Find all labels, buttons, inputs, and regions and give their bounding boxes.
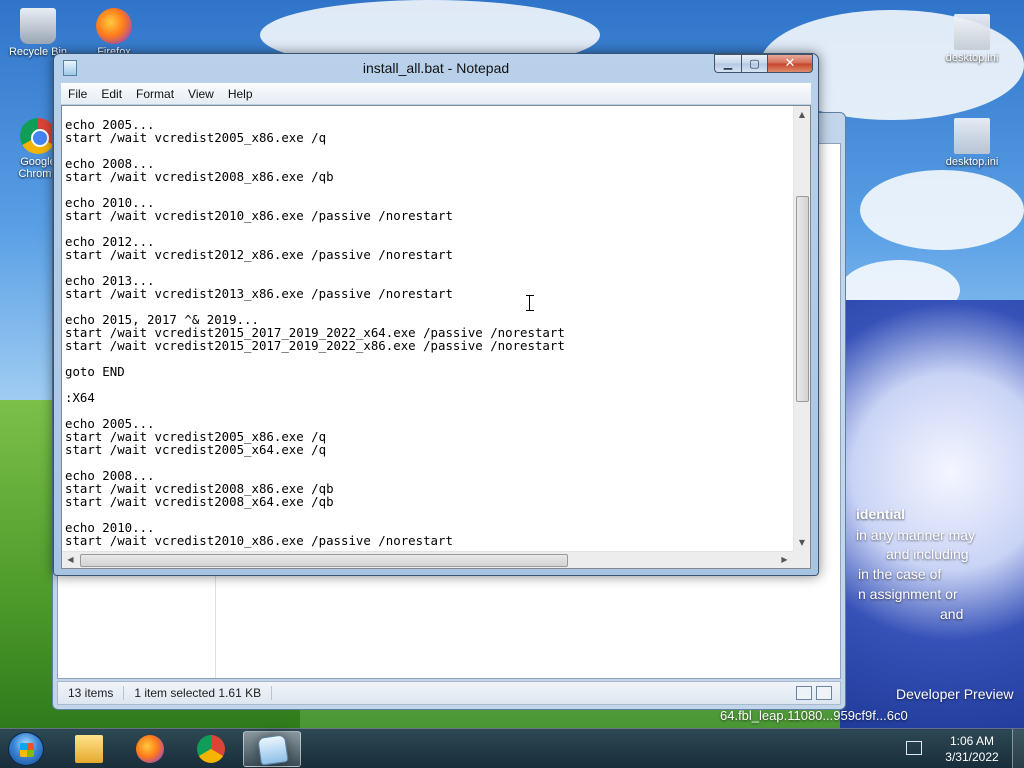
taskbar-notepad-button[interactable] bbox=[243, 731, 301, 767]
overlay-line: in any manner may bbox=[856, 527, 976, 543]
chrome-icon bbox=[20, 118, 56, 154]
desktop-icon-recycle-bin[interactable]: Recycle Bin bbox=[0, 8, 76, 58]
overlay-line: and including bbox=[886, 546, 969, 562]
item-count: 13 items bbox=[58, 686, 125, 700]
taskbar-explorer-button[interactable] bbox=[60, 731, 118, 767]
notepad-icon bbox=[257, 734, 289, 766]
show-desktop-button[interactable] bbox=[1012, 729, 1024, 768]
minimize-button[interactable]: ▁ bbox=[714, 54, 741, 73]
menu-help[interactable]: Help bbox=[221, 87, 260, 101]
ini-file-icon bbox=[954, 14, 990, 50]
selection-info: 1 item selected 1.61 KB bbox=[124, 686, 273, 700]
editor-line: start /wait vcredist2005_x64.exe /q bbox=[65, 442, 327, 457]
menu-file[interactable]: File bbox=[61, 87, 94, 101]
view-toggle bbox=[796, 686, 840, 700]
chrome-icon bbox=[197, 735, 225, 763]
recycle-bin-icon bbox=[20, 8, 56, 44]
overlay-line: idential bbox=[856, 506, 906, 522]
title-bar[interactable]: install_all.bat - Notepad ▁ ▢ ✕ bbox=[54, 54, 818, 82]
editor-line: start /wait vcredist2012_x86.exe /passiv… bbox=[65, 247, 453, 262]
editor-line: start /wait vcredist2005_x86.exe /q bbox=[65, 130, 327, 145]
network-icon[interactable] bbox=[906, 741, 922, 755]
clock-date: 3/31/2022 bbox=[945, 750, 999, 764]
preview-view-icon[interactable] bbox=[816, 686, 832, 700]
taskbar-firefox-button[interactable] bbox=[121, 731, 179, 767]
menu-bar: File Edit Format View Help bbox=[61, 83, 811, 104]
window-title: install_all.bat - Notepad bbox=[362, 60, 510, 76]
folder-icon bbox=[75, 735, 103, 763]
wallpaper-cloud bbox=[860, 170, 1024, 250]
text-editor[interactable]: echo 2005... start /wait vcredist2005_x86… bbox=[61, 105, 811, 569]
editor-text[interactable]: echo 2005... start /wait vcredist2005_x86… bbox=[62, 106, 793, 551]
scroll-up-arrow-icon[interactable]: ▲ bbox=[794, 106, 810, 123]
explorer-status-bar: 13 items 1 item selected 1.61 KB bbox=[57, 681, 841, 705]
scrollbar-corner bbox=[793, 551, 810, 568]
caption-buttons: ▁ ▢ ✕ bbox=[714, 54, 813, 73]
horizontal-scroll-thumb[interactable] bbox=[80, 554, 568, 567]
overlay-line: in the case of bbox=[858, 566, 942, 582]
horizontal-scrollbar[interactable]: ◀ ▶ bbox=[62, 551, 793, 568]
editor-line: start /wait vcredist2008_x86.exe /qb bbox=[65, 169, 334, 184]
vertical-scrollbar[interactable]: ▲ ▼ bbox=[793, 106, 810, 551]
menu-edit[interactable]: Edit bbox=[94, 87, 129, 101]
editor-line: :X64 bbox=[65, 390, 95, 405]
text-cursor-icon bbox=[526, 295, 537, 311]
menu-view[interactable]: View bbox=[181, 87, 221, 101]
editor-line: start /wait vcredist2015_2017_2019_2022_… bbox=[65, 338, 565, 353]
ini-file-icon bbox=[954, 118, 990, 154]
overlay-line: and bbox=[940, 606, 964, 622]
desktop-icon-firefox[interactable]: Firefox bbox=[76, 8, 152, 58]
scroll-down-arrow-icon[interactable]: ▼ bbox=[794, 534, 810, 551]
clock[interactable]: 1:06 AM 3/31/2022 bbox=[934, 733, 1010, 765]
desktop-icon-desktop-ini-1[interactable]: desktop.ini bbox=[934, 14, 1010, 64]
menu-format[interactable]: Format bbox=[129, 87, 181, 101]
editor-line: start /wait vcredist2010_x86.exe /passiv… bbox=[65, 533, 453, 548]
taskbar: 1:06 AM 3/31/2022 bbox=[0, 728, 1024, 768]
scroll-left-arrow-icon[interactable]: ◀ bbox=[62, 552, 79, 568]
close-button[interactable]: ✕ bbox=[767, 54, 813, 73]
system-tray: 1:06 AM 3/31/2022 bbox=[904, 729, 1024, 768]
clock-time: 1:06 AM bbox=[949, 734, 995, 748]
start-button[interactable] bbox=[8, 732, 44, 766]
overlay-line: Developer Preview bbox=[896, 686, 1014, 702]
editor-line: start /wait vcredist2008_x64.exe /qb bbox=[65, 494, 334, 509]
desktop-icon-label: desktop.ini bbox=[945, 156, 999, 168]
details-view-icon[interactable] bbox=[796, 686, 812, 700]
desktop-icon-label: desktop.ini bbox=[945, 52, 999, 64]
firefox-icon bbox=[136, 735, 164, 763]
overlay-line: n assignment or bbox=[858, 586, 958, 602]
maximize-button[interactable]: ▢ bbox=[741, 54, 767, 73]
editor-line: start /wait vcredist2013_x86.exe /passiv… bbox=[65, 286, 453, 301]
editor-line: goto END bbox=[65, 364, 125, 379]
firefox-icon bbox=[96, 8, 132, 44]
editor-line: start /wait vcredist2010_x86.exe /passiv… bbox=[65, 208, 453, 223]
scroll-right-arrow-icon[interactable]: ▶ bbox=[776, 552, 793, 568]
taskbar-chrome-button[interactable] bbox=[182, 731, 240, 767]
vertical-scroll-thumb[interactable] bbox=[796, 196, 809, 402]
desktop-icon-desktop-ini-2[interactable]: desktop.ini bbox=[934, 118, 1010, 168]
notepad-window[interactable]: install_all.bat - Notepad ▁ ▢ ✕ File Edi… bbox=[53, 53, 819, 576]
overlay-line: 64.fbl_leap.11080...959cf9f...6c0 bbox=[720, 708, 908, 723]
